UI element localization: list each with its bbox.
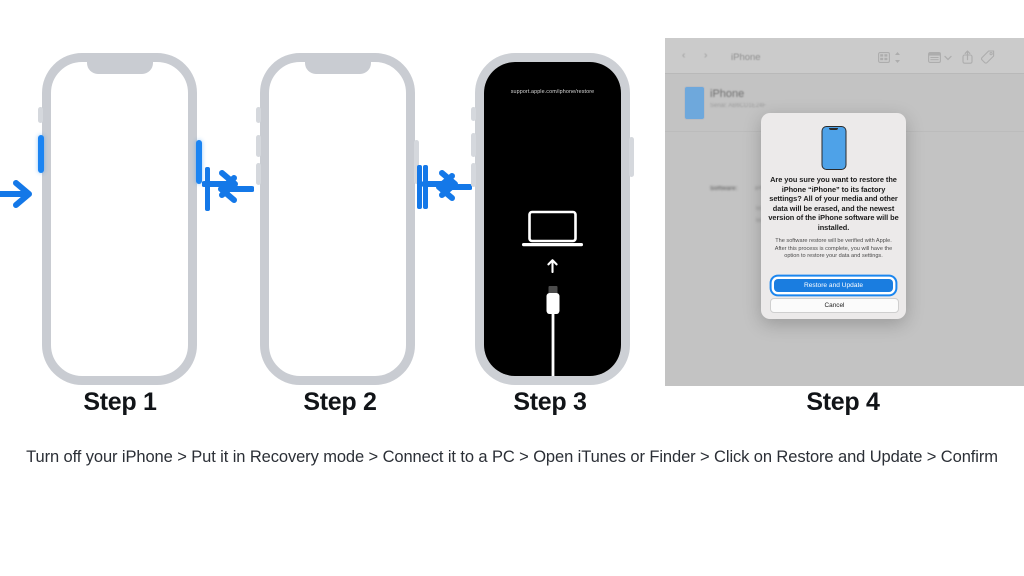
software-row-label: Software: xyxy=(710,186,738,192)
summary-caption: Turn off your iPhone > Put it in Recover… xyxy=(26,448,998,466)
arrow-right-icon-step-3 xyxy=(422,170,458,198)
iphone-thumbnail-icon xyxy=(684,86,705,120)
mute-switch-step-2 xyxy=(256,107,261,123)
tag-icon[interactable] xyxy=(981,50,995,64)
chevron-down-icon[interactable] xyxy=(944,55,952,61)
iphone-icon xyxy=(821,126,846,170)
restore-confirmation-dialog: Are you sure you want to restore the iPh… xyxy=(761,113,906,319)
volume-up-button-step-1[interactable] xyxy=(38,135,44,173)
iphone-outline-step-2 xyxy=(260,53,415,385)
cancel-button[interactable]: Cancel xyxy=(770,298,899,313)
arrow-up-icon xyxy=(547,259,558,273)
volume-down-button-step-2[interactable] xyxy=(256,163,261,185)
sort-icon[interactable] xyxy=(893,51,902,64)
step-1-illustration xyxy=(0,35,254,385)
infographic-root: Step 1 Step 2 support.apple.com/iphone/r… xyxy=(0,0,1024,576)
forward-button[interactable]: › xyxy=(704,50,707,61)
mute-switch-step-1 xyxy=(38,107,43,123)
screen-notch xyxy=(522,62,583,73)
volume-up-button-step-2[interactable] xyxy=(256,135,261,157)
step-4-label: Step 4 xyxy=(806,388,880,416)
lightning-cable-icon xyxy=(546,286,560,376)
laptop-icon xyxy=(522,210,583,247)
list-view-icon[interactable] xyxy=(928,52,941,63)
dialog-phone-notch xyxy=(829,128,838,131)
toolbar-divider xyxy=(665,73,1024,74)
dialog-body: The software restore will be verified wi… xyxy=(774,238,893,260)
window-title: iPhone xyxy=(731,52,761,63)
side-power-button-step-3[interactable] xyxy=(629,137,634,177)
iphone-outline-step-3: support.apple.com/iphone/restore xyxy=(475,53,630,385)
left-indicator-bar-step-3 xyxy=(417,165,422,209)
step-3-illustration: support.apple.com/iphone/restore xyxy=(417,35,660,385)
arrow-right-icon-step-1 xyxy=(0,180,32,208)
restore-and-update-button[interactable]: Restore and Update xyxy=(774,279,893,292)
iphone-outline-step-1 xyxy=(42,53,197,385)
step-2-illustration xyxy=(202,35,472,385)
step-3-label: Step 3 xyxy=(513,388,587,416)
step-2-label: Step 2 xyxy=(303,388,377,416)
device-serial: Serial: AB6CD1E24F xyxy=(710,103,767,109)
dialog-title: Are you sure you want to restore the iPh… xyxy=(768,175,899,232)
share-icon[interactable] xyxy=(962,50,973,64)
device-name: iPhone xyxy=(710,88,745,100)
volume-down-button-step-3[interactable] xyxy=(471,163,476,187)
support-url-text: support.apple.com/iphone/restore xyxy=(510,89,595,95)
notch xyxy=(86,62,153,74)
view-grid-icon[interactable] xyxy=(878,52,890,63)
mute-switch-step-3 xyxy=(471,107,476,121)
recovery-mode-screen: support.apple.com/iphone/restore xyxy=(484,62,621,376)
notch xyxy=(304,62,371,74)
step-1-label: Step 1 xyxy=(83,388,157,416)
arrow-right-icon-step-2 xyxy=(202,170,238,198)
back-button[interactable]: ‹ xyxy=(682,50,685,61)
volume-up-button-step-3[interactable] xyxy=(471,133,476,157)
